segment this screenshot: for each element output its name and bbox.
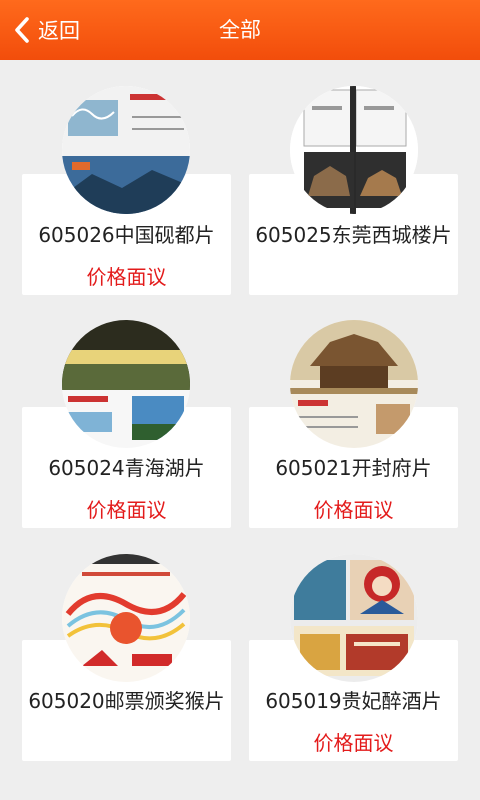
postcard-image (290, 554, 418, 682)
product-name: 605020邮票颁奖猴片 (28, 689, 225, 713)
back-button[interactable]: 返回 (14, 0, 80, 60)
product-name: 605019贵妃醉酒片 (265, 689, 442, 713)
product-thumbnail[interactable] (62, 320, 190, 448)
postcard-image (62, 320, 190, 448)
product-name: 605026中国砚都片 (38, 223, 215, 247)
product-thumbnail[interactable] (290, 554, 418, 682)
postcard-image (290, 320, 418, 448)
product-name: 605021开封府片 (275, 456, 432, 480)
product-price: 价格面议 (313, 498, 394, 522)
product-thumbnail[interactable] (62, 554, 190, 682)
product-name: 605024青海湖片 (48, 456, 205, 480)
postcard-image (62, 554, 190, 682)
product-price: 价格面议 (313, 731, 394, 755)
product-thumbnail[interactable] (290, 320, 418, 448)
postcard-image (62, 86, 190, 214)
product-thumbnail[interactable] (290, 86, 418, 214)
back-label: 返回 (38, 19, 80, 43)
top-bar: 返回 全部 (0, 0, 480, 60)
product-name: 605025东莞西城楼片 (255, 223, 452, 247)
chevron-left-icon (15, 17, 29, 43)
postcard-image (290, 86, 418, 214)
product-thumbnail[interactable] (62, 86, 190, 214)
product-price: 价格面议 (86, 498, 167, 522)
product-price: 价格面议 (86, 265, 167, 289)
